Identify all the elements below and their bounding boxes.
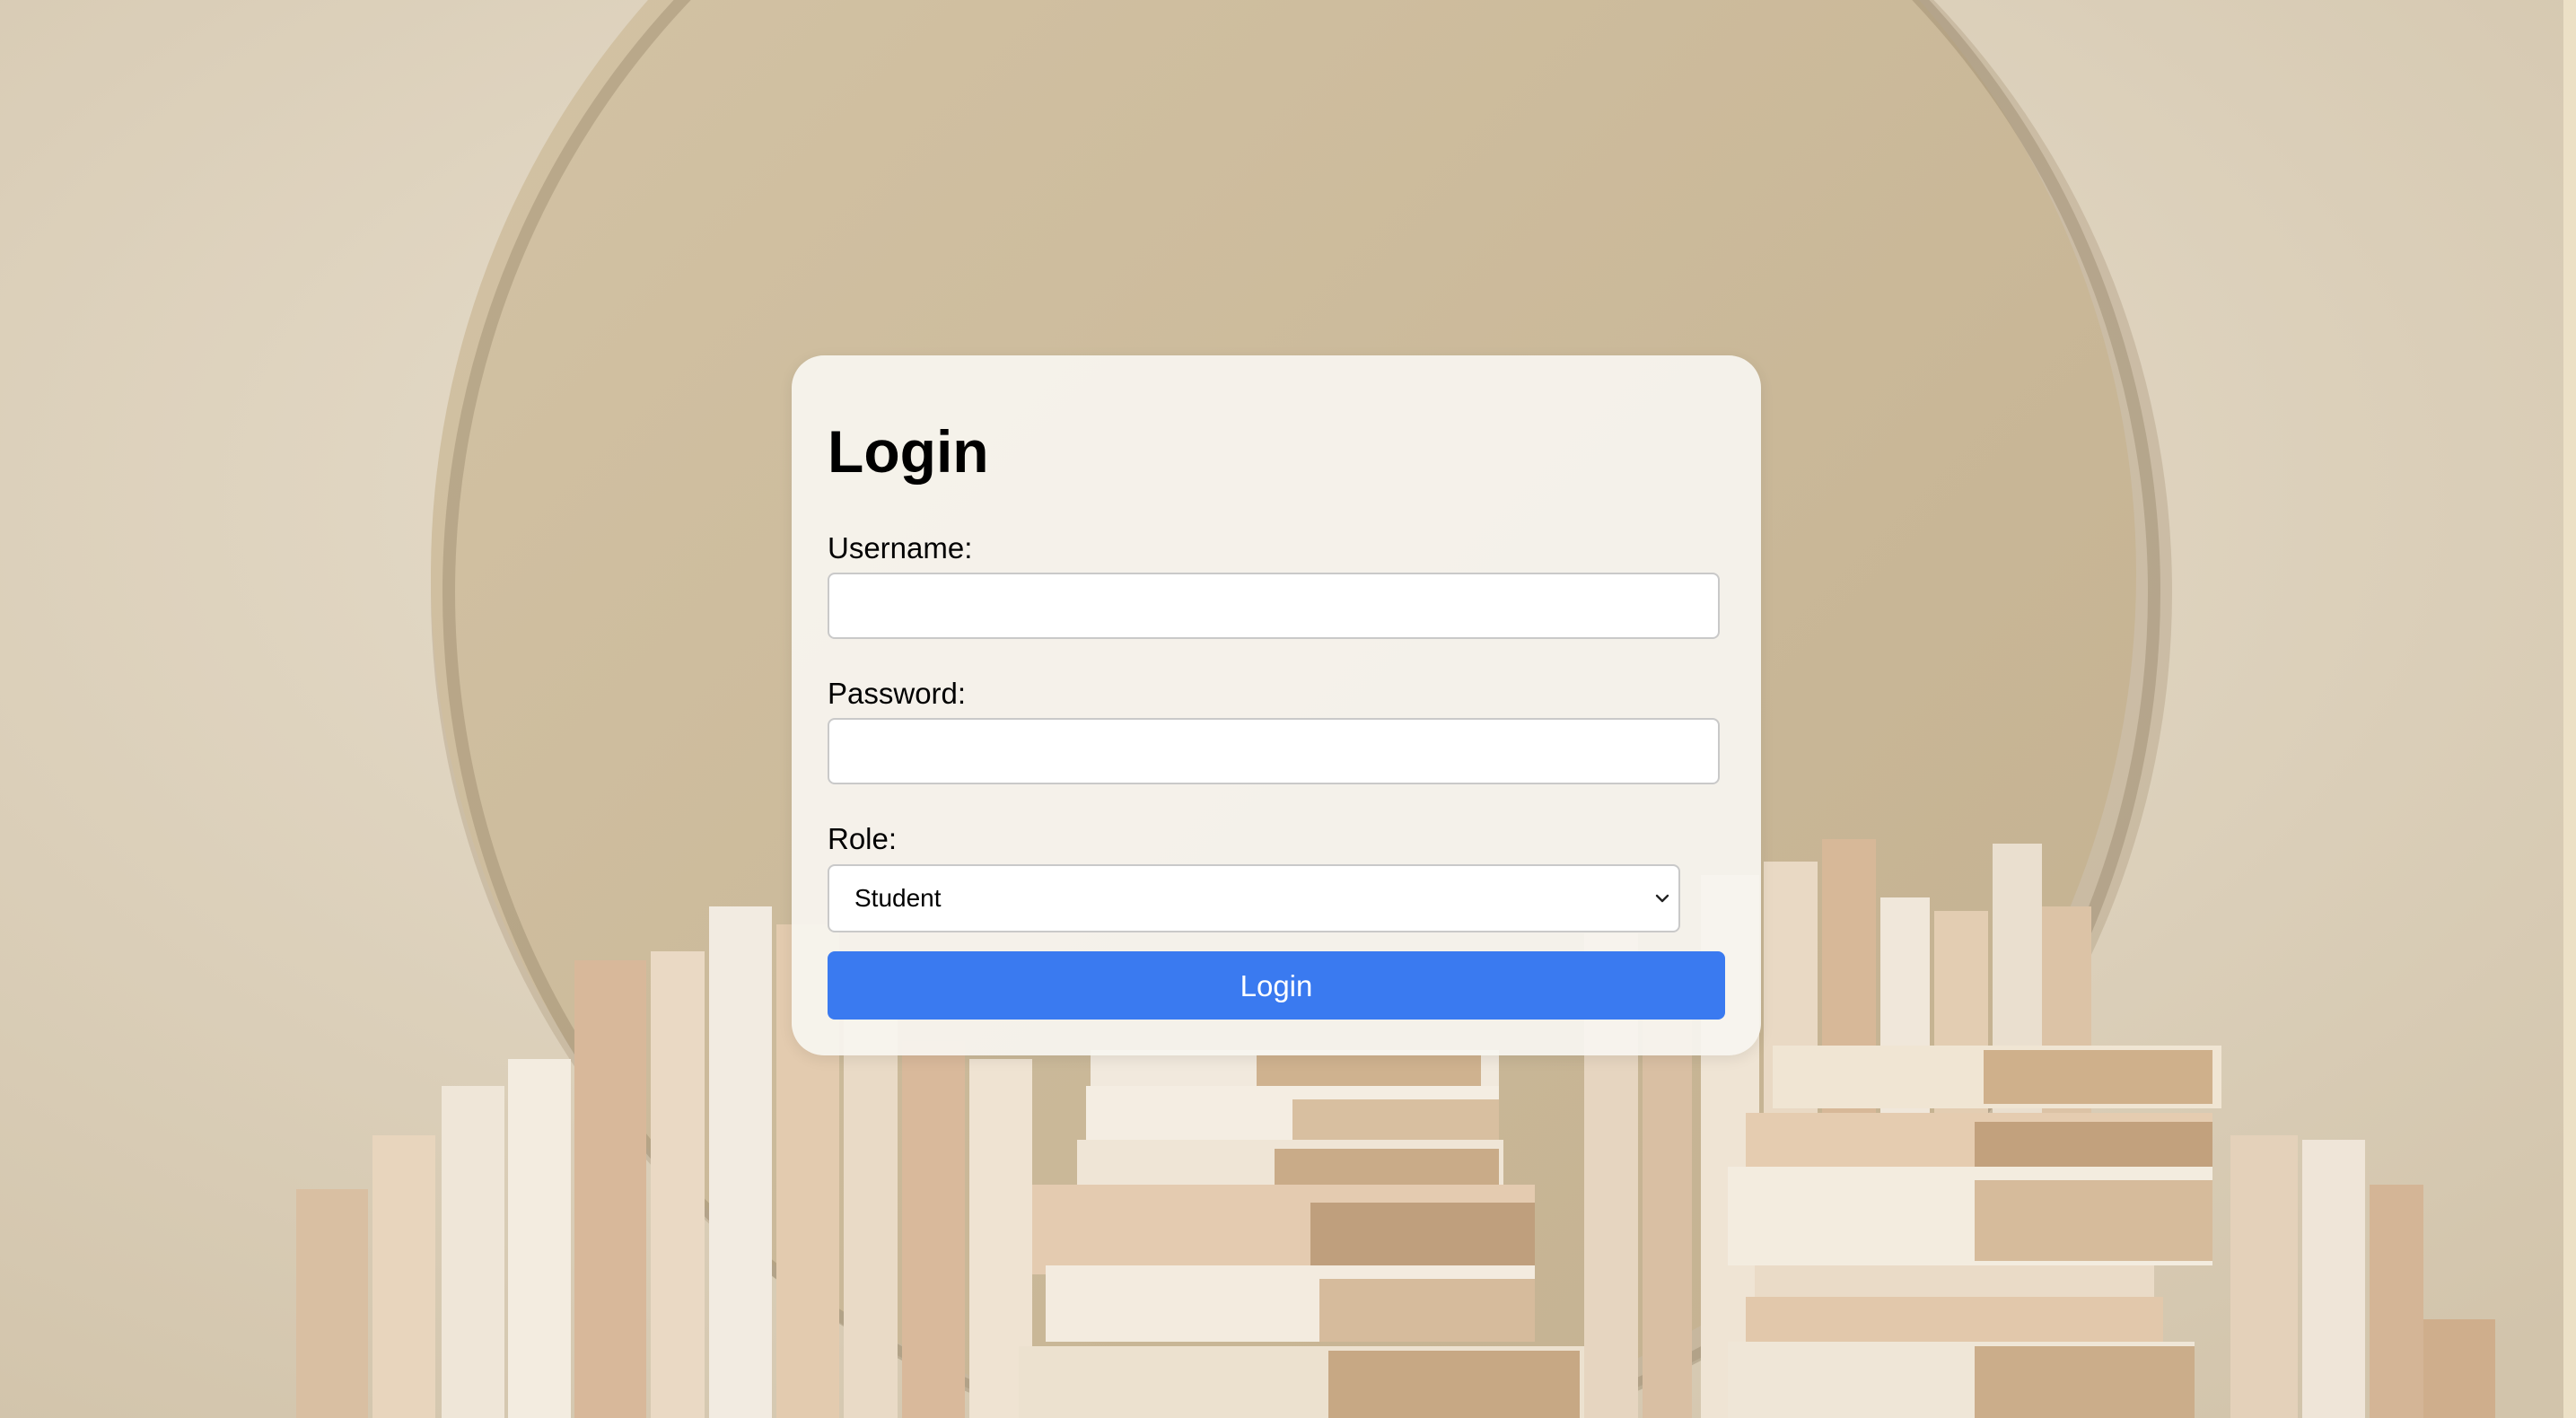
login-button[interactable]: Login: [828, 951, 1725, 1020]
role-selected-value: Student: [854, 884, 942, 912]
chevron-down-icon: [1655, 894, 1669, 903]
password-input[interactable]: [828, 718, 1720, 784]
login-card: Login Username: Password: Role: Student …: [792, 355, 1761, 1055]
page-edge-strip: [2563, 0, 2576, 1418]
password-label: Password:: [828, 677, 967, 710]
book-stack-right: [1728, 1046, 2221, 1418]
role-label: Role:: [828, 822, 898, 855]
login-page: Login Username: Password: Role: Student …: [0, 0, 2576, 1418]
role-select[interactable]: Student: [828, 864, 1680, 932]
username-input[interactable]: [828, 573, 1720, 639]
username-label: Username:: [828, 531, 973, 565]
login-title: Login: [828, 418, 989, 485]
